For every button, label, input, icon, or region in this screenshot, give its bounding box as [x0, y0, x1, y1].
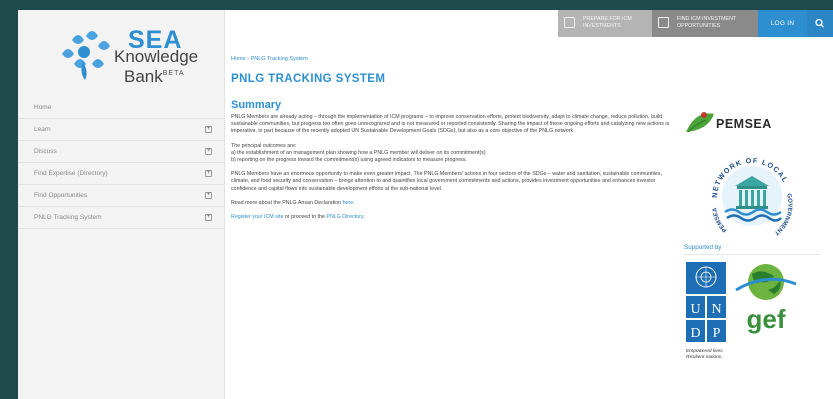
opportunity-paragraph: PNLG Members have an enormous opportunit…	[231, 171, 663, 192]
sidebar-item-label: Find Opportunities	[34, 192, 88, 199]
register-middle-text: or proceed to the	[283, 214, 327, 221]
undp-emblem-icon: U N D P	[686, 262, 726, 342]
breadcrumb: Home › PNLG Tracking System	[231, 56, 671, 62]
sidebar-item-discuss[interactable]: Discuss +	[18, 141, 225, 163]
undp-letter-p: P	[713, 326, 721, 341]
site-logo[interactable]: SEA Knowledge BankBETA	[52, 24, 212, 86]
find-icm-opportunities-button[interactable]: FIND ICM INVESTMENT OPPORTUNITIES	[652, 10, 758, 37]
undp-letter-u: U	[690, 302, 700, 317]
breadcrumb-current: PNLG Tracking System	[250, 56, 308, 62]
bar-chart-icon	[658, 17, 669, 28]
supported-by-label: Supported by	[684, 244, 722, 251]
login-button[interactable]: LOG IN	[758, 10, 807, 37]
undp-letter-n: N	[711, 302, 721, 317]
expand-plus-icon[interactable]: +	[205, 170, 212, 177]
expand-plus-icon[interactable]: +	[205, 126, 212, 133]
logo-knowledge-bank-text: Knowledge BankBETA	[114, 48, 198, 85]
prepare-icm-button[interactable]: PREPARE FOR ICM INVESTMENTS	[558, 10, 652, 37]
undp-tagline-1: Empowered lives.	[686, 349, 724, 354]
logo-bank: Bank	[124, 66, 163, 86]
sidebar: SEA Knowledge BankBETA Home Learn + Disc…	[18, 10, 225, 399]
divider	[684, 254, 820, 255]
summary-heading: Summary	[231, 99, 282, 111]
register-icm-site-link[interactable]: Register your ICM site	[231, 214, 283, 220]
sidebar-item-find-expertise[interactable]: Find Expertise (Directory) +	[18, 163, 225, 185]
register-line: Register your ICM site or proceed to the…	[231, 214, 671, 221]
top-bar: PREPARE FOR ICM INVESTMENTS FIND ICM INV…	[558, 10, 833, 37]
logo-knowledge: Knowledge	[114, 47, 199, 66]
expand-plus-icon[interactable]: +	[205, 214, 212, 221]
pnlg-directory-link[interactable]: PNLG Directory	[326, 214, 363, 220]
browser-page: SEA Knowledge BankBETA Home Learn + Disc…	[18, 10, 833, 399]
register-suffix: .	[363, 214, 365, 221]
outcome-a: a) the establishment of an management pl…	[231, 149, 486, 156]
gef-wordmark: gef	[747, 304, 786, 334]
sidebar-item-pnlg-tracking[interactable]: PNLG Tracking System +	[18, 207, 225, 229]
login-label: LOG IN	[770, 20, 795, 27]
checklist-icon	[564, 17, 575, 28]
sidebar-item-label: Home	[34, 104, 52, 111]
undp-letter-d: D	[690, 326, 700, 341]
main-content: Home › PNLG Tracking System PNLG TRACKIN…	[231, 56, 671, 221]
ansan-declaration-link[interactable]: here	[343, 200, 354, 206]
pemsea-leaf-icon	[686, 112, 714, 133]
undp-tagline: Empowered lives. Resilient nations.	[686, 349, 726, 361]
prepare-icm-label: PREPARE FOR ICM INVESTMENTS	[583, 16, 632, 29]
search-button[interactable]	[807, 10, 833, 37]
read-more-text: Read more about the PNLG Ansan Declarati…	[231, 199, 343, 206]
sidebar-item-label: PNLG Tracking System	[34, 214, 102, 221]
sidebar-item-label: Discuss	[34, 148, 57, 155]
breadcrumb-home-link[interactable]: Home	[231, 56, 246, 62]
summary-paragraph: PNLG Members are already acting – throug…	[231, 114, 670, 135]
pnlg-seal-logo[interactable]: NETWORK OF LOCAL PEMSEA GOVERNMENTS	[703, 146, 801, 244]
page-title: PNLG TRACKING SYSTEM	[231, 73, 386, 85]
breadcrumb-separator: ›	[247, 56, 250, 62]
pemsea-logo[interactable]: PEMSEA	[682, 110, 822, 138]
sidebar-item-label: Find Expertise (Directory)	[34, 170, 108, 177]
partner-logos: PEMSEA NETWORK OF LOCAL PEMSEA GOVERNMEN…	[682, 110, 822, 360]
read-more-line: Read more about the PNLG Ansan Declarati…	[231, 200, 671, 207]
find-icm-label: FIND ICM INVESTMENT OPPORTUNITIES	[677, 16, 737, 29]
gef-logo[interactable]: gef	[732, 260, 798, 342]
logo-beta: BETA	[162, 70, 185, 77]
sidebar-item-learn[interactable]: Learn +	[18, 119, 225, 141]
read-more-suffix: .	[353, 199, 355, 206]
pemsea-wordmark: PEMSEA	[716, 117, 772, 131]
expand-plus-icon[interactable]: +	[205, 148, 212, 155]
expand-plus-icon[interactable]: +	[205, 192, 212, 199]
sidebar-item-find-opportunities[interactable]: Find Opportunities +	[18, 185, 225, 207]
droplets-logo-icon	[62, 31, 110, 80]
search-icon	[815, 18, 825, 28]
outcome-b: b) reporting on the progress toward the …	[231, 157, 467, 164]
sidebar-item-home[interactable]: Home	[18, 97, 225, 119]
sidebar-item-label: Learn	[34, 126, 51, 133]
sidebar-nav: Home Learn + Discuss + Find Expertise (D…	[18, 97, 225, 229]
undp-logo[interactable]: U N D P Empowered lives. Resilient natio…	[686, 262, 726, 361]
outcomes-intro: The principal outcomes are:	[231, 142, 297, 149]
undp-tagline-2: Resilient nations.	[686, 355, 723, 360]
